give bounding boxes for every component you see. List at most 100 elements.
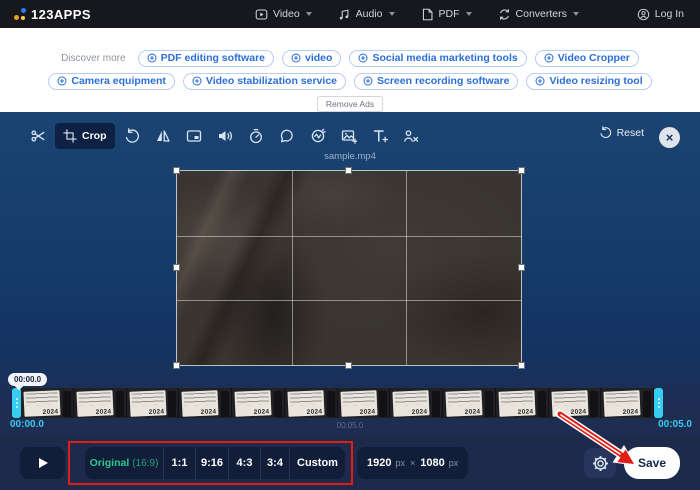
nav-video-label: Video	[273, 8, 300, 20]
logo-text: 123APPS	[31, 7, 91, 22]
crop-handle-nw[interactable]	[173, 167, 180, 174]
discover-row-1: Discover more PDF editing software video…	[0, 49, 700, 67]
crop-selection[interactable]	[176, 170, 522, 366]
crop-handle-se[interactable]	[518, 362, 525, 369]
rotate-ccw-icon	[124, 128, 140, 144]
loop-tool-button[interactable]	[273, 123, 301, 149]
trim-handle-left[interactable]	[12, 388, 21, 418]
crop-gridline	[177, 300, 521, 301]
crop-handle-n[interactable]	[345, 167, 352, 174]
video-preview-stage	[176, 170, 522, 366]
logo-dots-icon	[14, 8, 26, 20]
remove-ads-button[interactable]: Remove Ads	[317, 96, 383, 112]
height-unit: px	[449, 458, 459, 468]
aspect-custom-button[interactable]: Custom	[289, 447, 345, 479]
play-button[interactable]	[20, 447, 65, 479]
dimension-separator: ×	[410, 458, 415, 468]
text-add-icon	[372, 128, 388, 144]
stabilize-tool-button[interactable]	[304, 123, 332, 149]
nav-audio-label: Audio	[356, 8, 383, 20]
audio-icon	[338, 8, 351, 21]
close-button[interactable]: ×	[659, 127, 680, 148]
crop-handle-e[interactable]	[518, 264, 525, 271]
timeline-thumbnail: 2024	[127, 388, 180, 418]
settings-button[interactable]	[584, 448, 616, 478]
chip-camera-equipment[interactable]: Camera equipment	[48, 73, 175, 90]
chip-video-stabilization-service[interactable]: Video stabilization service	[183, 73, 346, 90]
login-button[interactable]: Log In	[637, 0, 684, 28]
image-add-icon	[341, 128, 357, 144]
plus-circle-icon	[358, 53, 368, 63]
main-nav: Video Audio PDF Converters	[255, 0, 579, 28]
width-value[interactable]: 1920	[367, 457, 391, 469]
chip-pdf-editing-software[interactable]: PDF editing software	[138, 50, 274, 67]
playhead-tooltip: 00:00.0	[8, 373, 47, 386]
timeline-thumbnail: 2024	[601, 388, 654, 418]
remove-ads-row: Remove Ads	[0, 96, 700, 112]
crop-handle-sw[interactable]	[173, 362, 180, 369]
width-unit: px	[395, 458, 405, 468]
rotate-tool-button[interactable]	[118, 123, 146, 149]
video-icon	[255, 8, 268, 21]
flip-tool-button[interactable]	[149, 123, 177, 149]
speed-tool-button[interactable]	[242, 123, 270, 149]
timeline-duration: 00:05.0	[0, 421, 700, 430]
timeline-thumbnail: 2024	[232, 388, 285, 418]
stabilize-icon	[310, 128, 326, 144]
chevron-down-icon	[389, 12, 395, 16]
bottom-controls-bar: Original (16:9) 1:1 9:16 4:3 3:4 Custom …	[0, 436, 700, 490]
volume-icon	[217, 128, 233, 144]
timeline-strip[interactable]: 2024 2024 2024 2024 2024 2024 2024 2024 …	[12, 388, 663, 418]
crop-gridline	[406, 171, 407, 365]
plus-circle-icon	[363, 76, 373, 86]
aspect-original-button[interactable]: Original (16:9)	[85, 447, 163, 479]
dimensions-input[interactable]: 1920 px × 1080 px	[357, 447, 468, 479]
plus-circle-icon	[535, 76, 545, 86]
pdf-icon	[421, 8, 434, 21]
gear-icon	[592, 455, 609, 472]
logo[interactable]: 123APPS	[14, 7, 91, 22]
height-value[interactable]: 1080	[420, 457, 444, 469]
save-button[interactable]: Save	[624, 447, 680, 479]
nav-audio[interactable]: Audio	[338, 8, 395, 21]
resize-tool-button[interactable]	[180, 123, 208, 149]
crop-gridline	[292, 171, 293, 365]
cut-tool-button[interactable]	[24, 123, 52, 149]
nav-video[interactable]: Video	[255, 8, 312, 21]
remove-logo-tool-button[interactable]	[397, 123, 425, 149]
chip-video-cropper[interactable]: Video Cropper	[535, 50, 639, 67]
aspect-ratio-selector: Original (16:9) 1:1 9:16 4:3 3:4 Custom	[85, 447, 345, 479]
chevron-down-icon	[573, 12, 579, 16]
chip-social-media-marketing-tools[interactable]: Social media marketing tools	[349, 50, 526, 67]
reset-button[interactable]: Reset	[599, 126, 644, 139]
aspect-1-1-button[interactable]: 1:1	[163, 447, 195, 479]
chip-screen-recording-software[interactable]: Screen recording software	[354, 73, 518, 90]
aspect-3-4-button[interactable]: 3:4	[260, 447, 289, 479]
aspect-9-16-button[interactable]: 9:16	[195, 447, 228, 479]
timeline-filmstrip[interactable]: 2024 2024 2024 2024 2024 2024 2024 2024 …	[21, 388, 654, 418]
nav-converters[interactable]: Converters	[498, 8, 579, 21]
nav-pdf[interactable]: PDF	[421, 8, 472, 21]
login-label: Log In	[655, 8, 684, 20]
crop-icon	[63, 129, 77, 143]
crop-gridline	[177, 236, 521, 237]
volume-tool-button[interactable]	[211, 123, 239, 149]
crop-tool-label: Crop	[82, 130, 107, 142]
trim-handle-right[interactable]	[654, 388, 663, 418]
add-image-tool-button[interactable]	[335, 123, 363, 149]
crop-handle-ne[interactable]	[518, 167, 525, 174]
timeline-thumbnail: 2024	[179, 388, 232, 418]
crop-handle-s[interactable]	[345, 362, 352, 369]
crop-handle-w[interactable]	[173, 264, 180, 271]
chip-video-resizing-tool[interactable]: Video resizing tool	[526, 73, 651, 90]
converters-icon	[498, 8, 511, 21]
picture-in-picture-icon	[186, 128, 202, 144]
top-header: 123APPS Video Audio PDF Converters	[0, 0, 700, 28]
chevron-down-icon	[466, 12, 472, 16]
add-text-tool-button[interactable]	[366, 123, 394, 149]
crop-tool-button[interactable]: Crop	[55, 123, 115, 149]
scissors-icon	[30, 128, 46, 144]
chip-video[interactable]: video	[282, 50, 341, 67]
aspect-4-3-button[interactable]: 4:3	[228, 447, 260, 479]
timeline-thumbnail: 2024	[390, 388, 443, 418]
